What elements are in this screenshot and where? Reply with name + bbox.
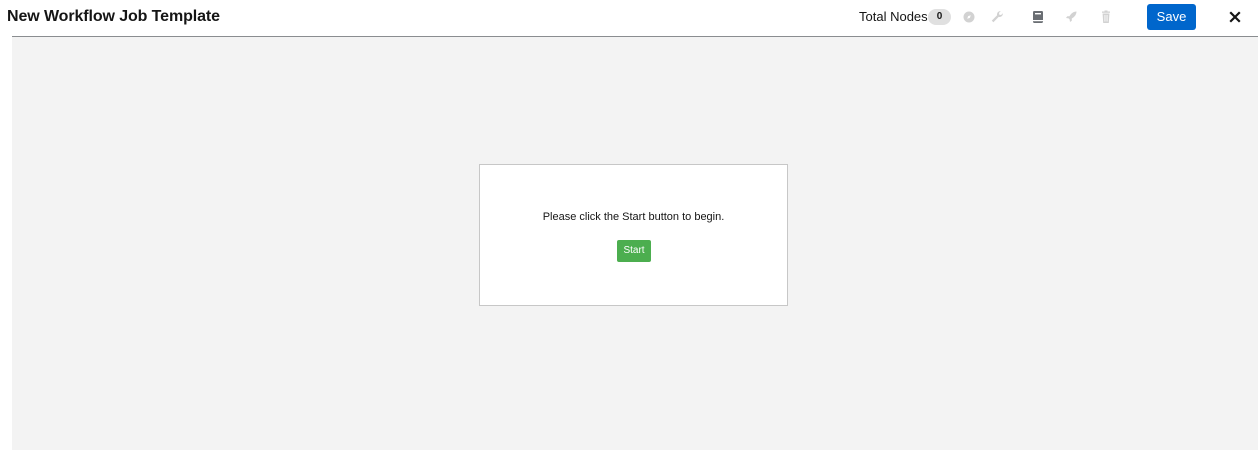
trash-icon[interactable] bbox=[1098, 9, 1114, 25]
start-instruction-text: Please click the Start button to begin. bbox=[542, 211, 725, 223]
total-nodes-badge: 0 bbox=[928, 9, 951, 25]
workflow-header: New Workflow Job Template Total Nodes 0 … bbox=[0, 0, 1258, 37]
save-button[interactable]: Save bbox=[1147, 4, 1196, 30]
start-button[interactable]: Start bbox=[617, 240, 651, 262]
compass-icon[interactable] bbox=[961, 9, 977, 25]
total-nodes-label: Total Nodes bbox=[859, 9, 928, 24]
book-icon[interactable] bbox=[1030, 9, 1046, 25]
page-title: New Workflow Job Template bbox=[7, 8, 220, 25]
close-icon[interactable] bbox=[1227, 9, 1243, 25]
wrench-icon[interactable] bbox=[989, 9, 1005, 25]
rocket-icon[interactable] bbox=[1063, 9, 1079, 25]
start-prompt-card: Please click the Start button to begin. … bbox=[479, 164, 788, 306]
